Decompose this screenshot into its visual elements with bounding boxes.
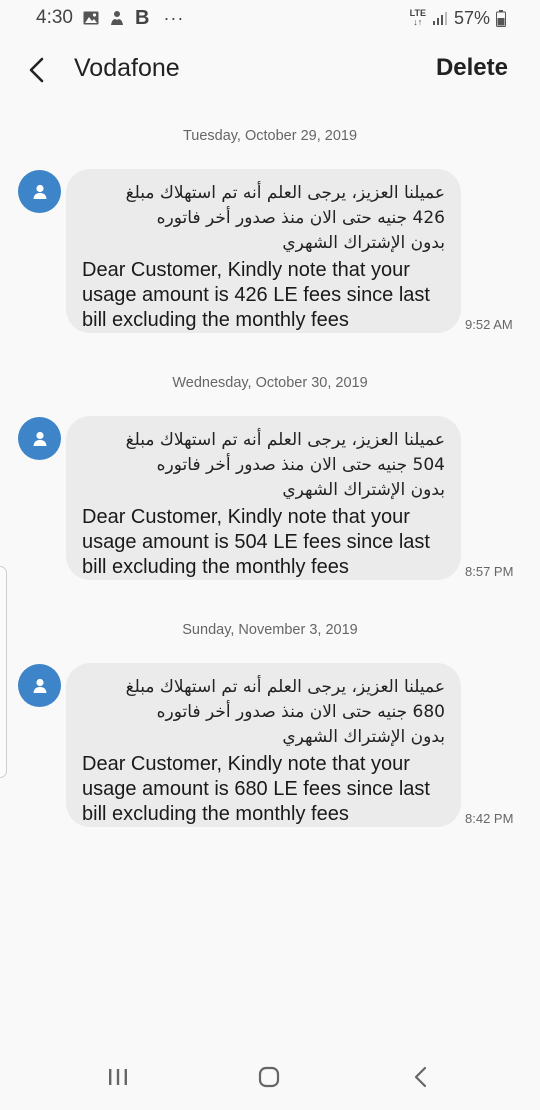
navigation-bar: [0, 1048, 540, 1110]
back-button[interactable]: [18, 52, 54, 88]
more-notifications-icon: ···: [163, 7, 185, 28]
delete-button[interactable]: Delete: [436, 54, 508, 82]
message-arabic-text: عميلنا العزيز، يرجى العلم أنه تم استهلاك…: [82, 181, 445, 256]
message-time: 9:52 AM: [465, 317, 513, 332]
message-bubble[interactable]: عميلنا العزيز، يرجى العلم أنه تم استهلاك…: [66, 169, 461, 333]
message-time: 8:57 PM: [465, 564, 514, 579]
arabic-line: 504 جنيه حتى الان منذ صدور أخر فاتوره: [156, 455, 445, 475]
person-icon: [33, 431, 46, 446]
battery-percent: 57%: [453, 7, 490, 28]
status-right: LTE ↓↑ 57%: [410, 8, 506, 29]
status-bar: 4:30 B ··· LTE ↓↑ 57%: [0, 0, 540, 36]
battery-icon: [496, 9, 506, 27]
network-type: LTE ↓↑: [410, 9, 426, 27]
message-time: 8:42 PM: [465, 811, 514, 826]
arabic-line: عميلنا العزيز، يرجى العلم أنه تم استهلاك…: [125, 677, 445, 697]
avatar[interactable]: [18, 170, 61, 213]
arabic-line: بدون الإشتراك الشهري: [282, 727, 445, 747]
b-notification-icon: B: [134, 6, 150, 29]
message-arabic-text: عميلنا العزيز، يرجى العلم أنه تم استهلاك…: [82, 428, 445, 503]
person-icon: [33, 678, 46, 693]
message-english-text: Dear Customer, Kindly note that your usa…: [82, 506, 430, 578]
conversation-title: Vodafone: [74, 54, 180, 82]
arabic-line: 426 جنيه حتى الان منذ صدور أخر فاتوره: [156, 208, 445, 228]
nav-back-button[interactable]: [401, 1062, 441, 1092]
app-notification-icon: [109, 10, 125, 26]
home-button[interactable]: [249, 1062, 289, 1092]
recent-apps-icon: [109, 1069, 127, 1085]
arabic-line: 680 جنيه حتى الان منذ صدور أخر فاتوره: [156, 702, 445, 722]
message-arabic-text: عميلنا العزيز، يرجى العلم أنه تم استهلاك…: [82, 675, 445, 750]
date-separator: Wednesday, October 30, 2019: [172, 375, 368, 391]
message-bubble[interactable]: عميلنا العزيز، يرجى العلم أنه تم استهلاك…: [66, 663, 461, 827]
arabic-line: بدون الإشتراك الشهري: [282, 233, 445, 253]
status-time: 4:30: [36, 7, 73, 28]
person-icon: [33, 184, 46, 199]
back-arrow-icon: [29, 57, 44, 83]
recent-apps-button[interactable]: [98, 1062, 138, 1092]
arabic-line: عميلنا العزيز، يرجى العلم أنه تم استهلاك…: [125, 183, 445, 203]
conversation-header: Vodafone Delete: [0, 36, 540, 104]
message-english-text: Dear Customer, Kindly note that your usa…: [82, 259, 430, 331]
edge-panel-handle[interactable]: [0, 566, 7, 778]
avatar[interactable]: [18, 664, 61, 707]
status-left: 4:30 B ···: [36, 7, 184, 30]
arabic-line: عميلنا العزيز، يرجى العلم أنه تم استهلاك…: [125, 430, 445, 450]
message-bubble[interactable]: عميلنا العزيز، يرجى العلم أنه تم استهلاك…: [66, 416, 461, 580]
data-arrows-icon: ↓↑: [413, 17, 423, 27]
image-icon: [83, 11, 99, 25]
date-separator: Tuesday, October 29, 2019: [182, 128, 358, 144]
arabic-line: بدون الإشتراك الشهري: [282, 480, 445, 500]
date-separator: Sunday, November 3, 2019: [182, 622, 358, 638]
avatar[interactable]: [18, 417, 61, 460]
message-english-text: Dear Customer, Kindly note that your usa…: [82, 753, 430, 825]
back-icon: [414, 1066, 427, 1088]
signal-icon: [432, 11, 448, 25]
home-icon: [258, 1066, 280, 1088]
